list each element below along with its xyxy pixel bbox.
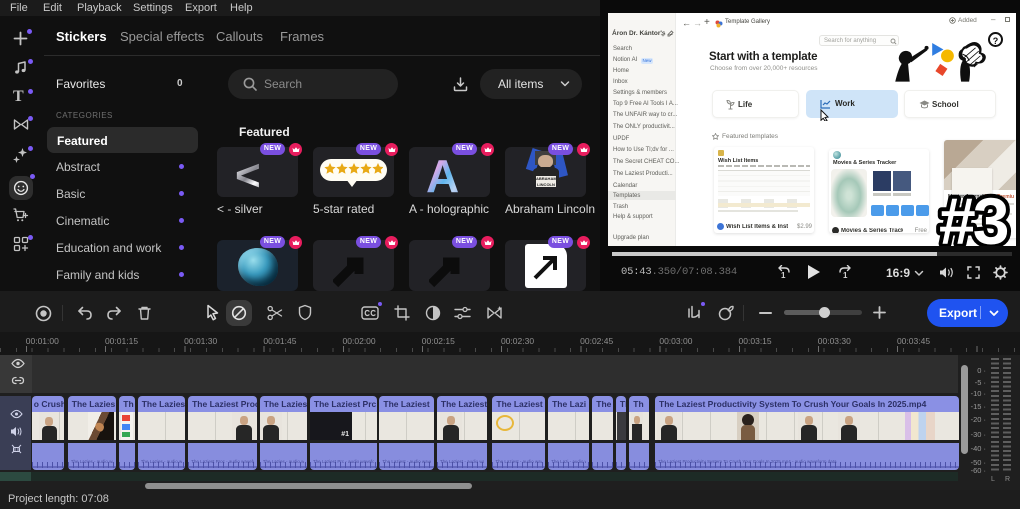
svg-text:1: 1	[781, 271, 786, 279]
svg-text:1: 1	[843, 271, 848, 279]
svg-text:#3: #3	[939, 190, 1008, 246]
